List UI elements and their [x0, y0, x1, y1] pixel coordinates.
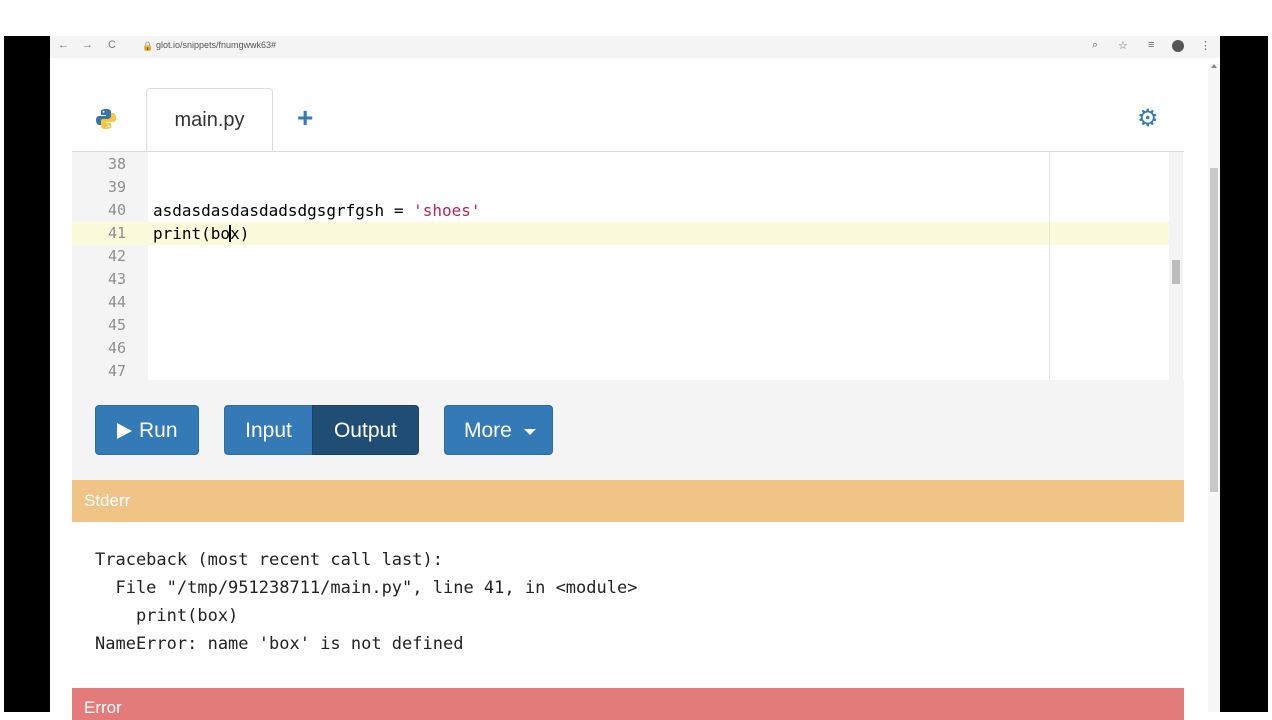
- run-button[interactable]: Run: [95, 405, 199, 455]
- error-header: Error: [72, 688, 1184, 720]
- code-line-40[interactable]: asdasdasdasdadsdgsgrfgsh = 'shoes': [153, 199, 481, 222]
- traceback-line: Traceback (most recent call last):: [95, 550, 443, 570]
- code-editor[interactable]: 38 39 40 41 42 43 44 45 46 47 asdasdasda…: [72, 151, 1184, 381]
- code-line-41[interactable]: print(box): [153, 222, 249, 245]
- error-title: Error: [84, 698, 122, 717]
- line-number: 41: [107, 224, 126, 242]
- line-number: 42: [107, 247, 126, 265]
- zoom-icon[interactable]: ⌕: [1092, 39, 1098, 52]
- stderr-output: Traceback (most recent call last): File …: [72, 522, 1184, 688]
- run-label: Run: [139, 419, 178, 442]
- browser-toolbar: ← → C 🔒 glot.io/snippets/fnumgwwk63# ⌕ ☆…: [50, 36, 1220, 58]
- code-after-cursor: x): [230, 224, 250, 243]
- traceback-line: File "/tmp/951238711/main.py", line 41, …: [95, 578, 638, 598]
- input-tab-button[interactable]: Input: [224, 405, 313, 455]
- line-number: 43: [107, 270, 126, 288]
- line-number: 40: [107, 201, 126, 219]
- gear-icon[interactable]: ⚙: [1137, 104, 1159, 133]
- back-icon[interactable]: ←: [58, 39, 69, 51]
- url-text: glot.io/snippets/fnumgwwk63#: [156, 40, 277, 50]
- play-icon: [117, 423, 132, 439]
- editor-scrollbar-thumb[interactable]: [1172, 260, 1180, 284]
- code-before-cursor: print(bo: [153, 224, 231, 243]
- code-identifier: asdasdasdasdadsdgsgrfgsh =: [153, 201, 414, 220]
- output-tab-button[interactable]: Output: [312, 405, 419, 455]
- stderr-title: Stderr: [84, 491, 131, 510]
- line-number: 46: [107, 339, 126, 357]
- playlist-icon[interactable]: ≡: [1148, 39, 1154, 51]
- more-dropdown-button[interactable]: More: [444, 405, 553, 455]
- address-bar[interactable]: 🔒 glot.io/snippets/fnumgwwk63#: [134, 38, 1134, 56]
- tab-main-py[interactable]: main.py: [146, 88, 273, 153]
- add-file-icon[interactable]: +: [297, 102, 313, 134]
- line-number: 47: [107, 362, 126, 380]
- lock-icon: 🔒: [142, 41, 154, 51]
- python-logo-icon: [96, 109, 116, 129]
- browser-menu-icon[interactable]: ⋮: [1200, 39, 1211, 52]
- tab-label: main.py: [174, 109, 245, 131]
- forward-icon[interactable]: →: [82, 39, 93, 51]
- line-number: 44: [107, 293, 126, 311]
- stderr-header: Stderr: [72, 480, 1184, 522]
- line-number: 38: [107, 155, 126, 173]
- reload-icon[interactable]: C: [108, 39, 116, 51]
- print-margin-line: [1049, 152, 1050, 380]
- video-letterbox-right: [1220, 36, 1268, 712]
- more-label: More: [464, 419, 512, 442]
- line-number: 39: [107, 178, 126, 196]
- star-icon[interactable]: ☆: [1118, 39, 1128, 52]
- video-letterbox-left: [4, 36, 50, 712]
- line-number: 45: [107, 316, 126, 334]
- page-scrollbar-thumb[interactable]: [1210, 168, 1218, 492]
- traceback-line: NameError: name 'box' is not defined: [95, 634, 464, 654]
- caret-down-icon: [524, 429, 536, 435]
- page-scroll-up-arrow[interactable]: [1211, 64, 1217, 68]
- profile-avatar[interactable]: [1172, 40, 1184, 52]
- traceback-line: print(box): [95, 606, 239, 626]
- code-string: 'shoes': [413, 201, 481, 220]
